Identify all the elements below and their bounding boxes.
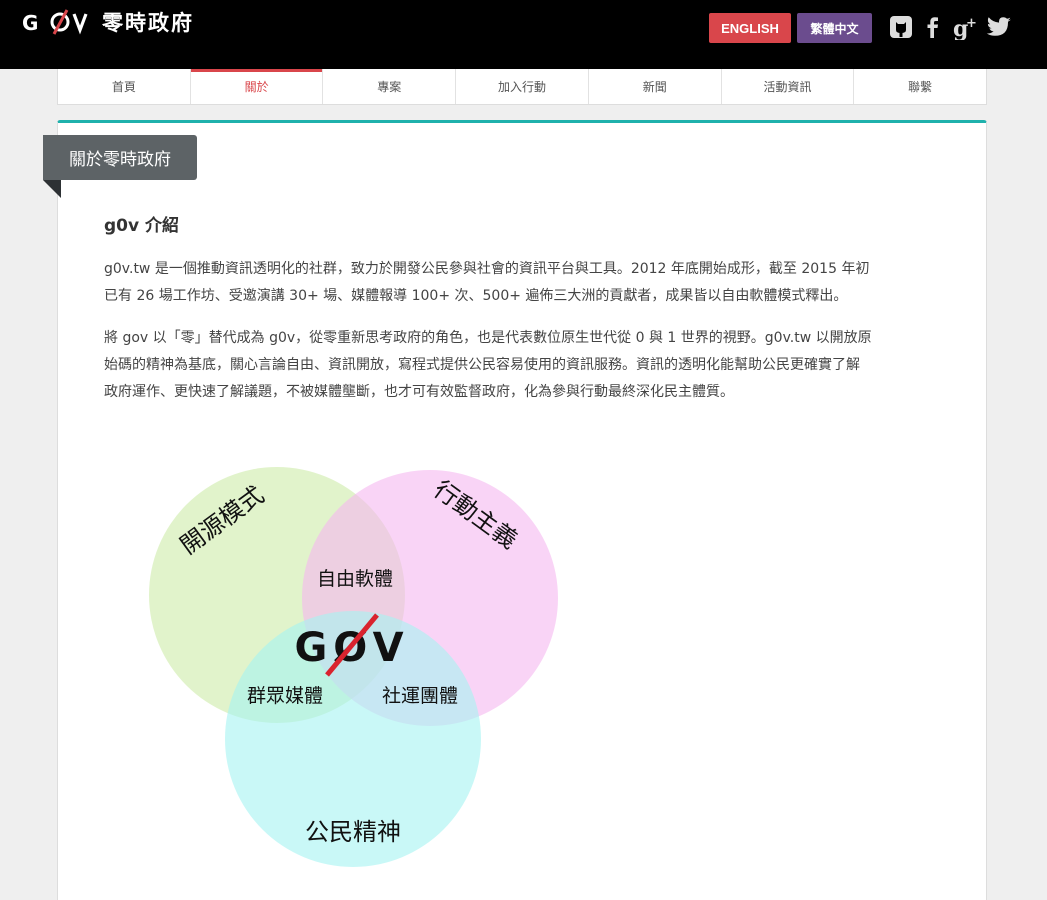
english-button[interactable]: ENGLISH — [709, 13, 791, 43]
nav-item-projects[interactable]: 專案 — [323, 69, 457, 104]
ribbon-fold — [43, 180, 61, 198]
nav-item-news[interactable]: 新聞 — [589, 69, 722, 104]
venn-diagram: 開源模式 行動主義 自由軟體 群眾媒體 社運團體 公民精神 GØV — [149, 467, 558, 867]
nav-item-events[interactable]: 活動資訊 — [722, 69, 855, 104]
github-icon[interactable] — [888, 14, 914, 40]
nav-item-home[interactable]: 首頁 — [58, 69, 191, 104]
nav-item-join[interactable]: 加入行動 — [456, 69, 589, 104]
google-plus-icon[interactable]: g + — [953, 14, 979, 40]
label-free-software: 自由軟體 — [317, 568, 393, 590]
intro-line: g0v.tw 是一個推動資訊透明化的社群，致力於開發公民參與社會的資訊平台與工具… — [104, 261, 870, 277]
traditional-chinese-button[interactable]: 繁體中文 — [797, 13, 872, 43]
label-civic-spirit: 公民精神 — [305, 818, 401, 846]
intro-paragraph-1: g0v.tw 是一個推動資訊透明化的社群，致力於開發公民參與社會的資訊平台與工具… — [104, 256, 949, 310]
intro-paragraph-2: 將 gov 以「零」替代成為 g0v，從零重新思考政府的角色，也是代表數位原生世… — [104, 325, 949, 406]
intro-line: 政府運作、更快速了解議題，不被媒體壟斷，也才可有效監督政府，化為參與行動最終深化… — [104, 384, 734, 400]
twitter-icon[interactable] — [986, 14, 1012, 40]
label-mass-media: 群眾媒體 — [247, 685, 323, 707]
intro-line: 已有 26 場工作坊、受邀演講 30+ 場、媒體報導 100+ 次、500+ 遍… — [104, 288, 848, 304]
section-ribbon: 關於零時政府 — [43, 135, 197, 180]
nav-item-contact[interactable]: 聯繫 — [854, 69, 986, 104]
intro-line: 始碼的精神為基底，關心言論自由、資訊開放，寫程式提供公民容易使用的資訊服務。資訊… — [104, 357, 860, 373]
logo-text: 零時政府 — [102, 11, 194, 35]
svg-text:G: G — [22, 11, 41, 35]
g0v-logo-icon: G — [22, 9, 88, 35]
main-nav: 首頁 關於 專案 加入行動 新聞 活動資訊 聯繫 — [57, 69, 987, 105]
label-social-groups: 社運團體 — [382, 685, 458, 707]
nav-item-about[interactable]: 關於 — [190, 69, 324, 104]
facebook-icon[interactable] — [920, 14, 946, 40]
top-header: G 零時政府 ENGLISH 繁體中文 g + — [0, 0, 1047, 69]
site-logo[interactable]: G 零時政府 — [22, 8, 194, 36]
svg-text:+: + — [966, 16, 977, 31]
section-title: g0v 介紹 — [104, 216, 179, 236]
intro-line: 將 gov 以「零」替代成為 g0v，從零重新思考政府的角色，也是代表數位原生世… — [104, 330, 872, 346]
